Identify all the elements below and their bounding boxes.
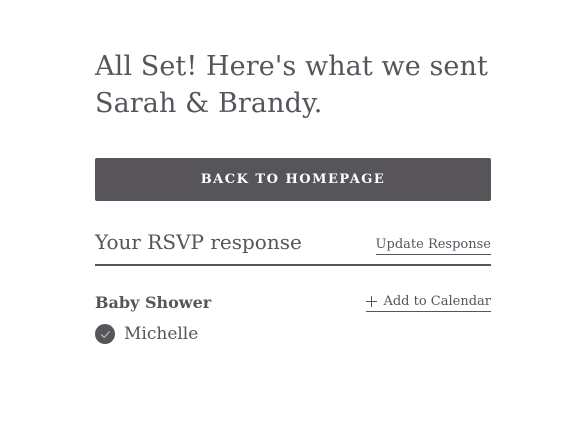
checkmark-glyph [100, 330, 110, 338]
add-to-calendar-link[interactable]: Add to Calendar [366, 294, 491, 312]
add-to-calendar-label: Add to Calendar [383, 293, 491, 309]
update-response-link[interactable]: Update Response [375, 237, 491, 255]
guest-row: Michelle [95, 324, 491, 344]
rsvp-response-header: Your RSVP response Update Response [95, 229, 491, 266]
rsvp-confirmation-page: All Set! Here's what we sent Sarah & Bra… [0, 0, 588, 423]
event-name: Baby Shower [95, 293, 212, 312]
guest-name: Michelle [124, 324, 199, 344]
rsvp-section-title: Your RSVP response [95, 230, 302, 254]
back-to-homepage-button[interactable]: BACK TO HOMEPAGE [95, 158, 491, 201]
confirmation-content: All Set! Here's what we sent Sarah & Bra… [95, 48, 491, 344]
check-circle-icon [95, 324, 115, 344]
event-row: Baby Shower Add to Calendar [95, 293, 491, 312]
page-heading: All Set! Here's what we sent Sarah & Bra… [95, 51, 488, 119]
plus-icon [366, 296, 378, 307]
